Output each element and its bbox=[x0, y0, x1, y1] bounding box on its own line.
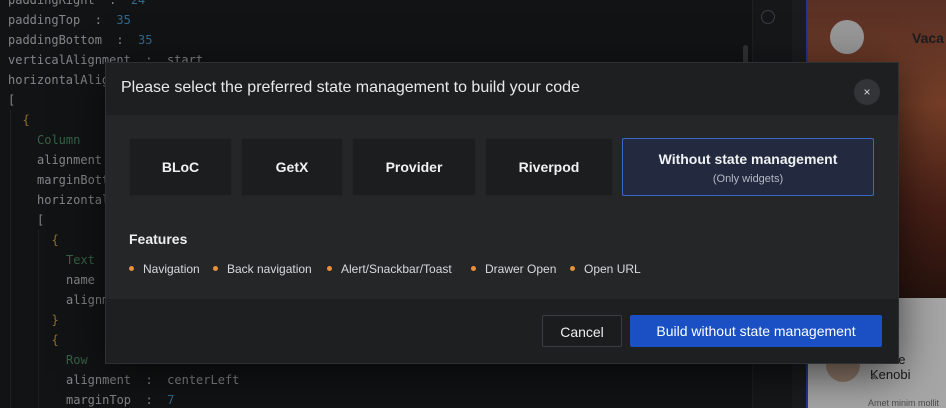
option-bloc[interactable]: BLoC bbox=[129, 138, 232, 196]
option-without-state-management[interactable]: Without state management (Only widgets) bbox=[622, 138, 874, 196]
option-label: Without state management bbox=[658, 151, 838, 167]
bullet-icon bbox=[471, 266, 476, 272]
option-getx[interactable]: GetX bbox=[241, 138, 343, 196]
bullet-icon bbox=[213, 266, 218, 272]
feature-item: Alert/Snackbar/Toast bbox=[327, 262, 452, 276]
option-label: Riverpod bbox=[518, 159, 580, 175]
feature-label: Alert/Snackbar/Toast bbox=[341, 262, 452, 276]
feature-label: Open URL bbox=[584, 262, 641, 276]
feature-item: Back navigation bbox=[213, 262, 312, 276]
build-button[interactable]: Build without state management bbox=[630, 315, 882, 347]
dialog-title: Please select the preferred state manage… bbox=[121, 79, 580, 96]
feature-label: Navigation bbox=[143, 262, 200, 276]
close-button[interactable]: × bbox=[854, 79, 880, 105]
feature-item: Navigation bbox=[129, 262, 200, 276]
feature-item: Open URL bbox=[570, 262, 641, 276]
bullet-icon bbox=[570, 266, 575, 272]
option-sublabel: (Only widgets) bbox=[712, 173, 784, 185]
option-label: Provider bbox=[385, 159, 443, 175]
option-riverpod[interactable]: Riverpod bbox=[485, 138, 613, 196]
option-label: GetX bbox=[275, 159, 309, 175]
feature-label: Drawer Open bbox=[485, 262, 557, 276]
features-heading: Features bbox=[129, 231, 188, 247]
dialog-body: BLoC GetX Provider Riverpod Without stat… bbox=[106, 115, 898, 299]
option-provider[interactable]: Provider bbox=[352, 138, 476, 196]
option-label: BLoC bbox=[161, 159, 200, 175]
feature-item: Drawer Open bbox=[471, 262, 556, 276]
cancel-button[interactable]: Cancel bbox=[542, 315, 622, 347]
state-management-dialog: Please select the preferred state manage… bbox=[105, 62, 899, 364]
bullet-icon bbox=[129, 266, 134, 272]
feature-label: Back navigation bbox=[227, 262, 312, 276]
bullet-icon bbox=[327, 266, 332, 272]
